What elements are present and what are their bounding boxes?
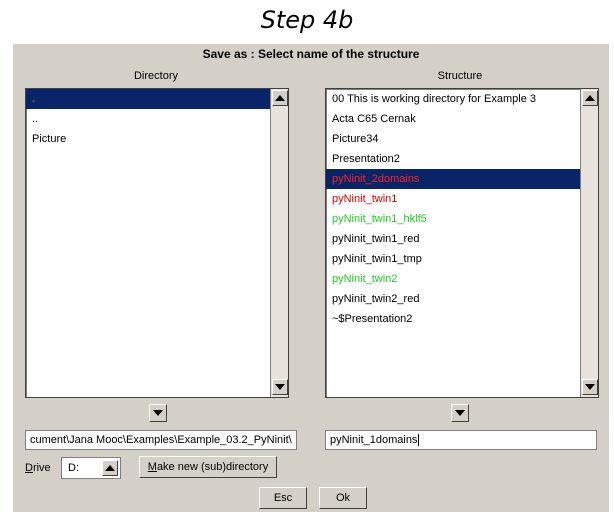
directory-listbox[interactable]: ... Picture <box>25 88 289 398</box>
step-caption: Step 4b <box>260 6 354 34</box>
directory-scroll-up-button[interactable] <box>272 90 288 106</box>
structure-list-item[interactable]: pyNinit_twin2 <box>326 269 598 289</box>
structure-select-down-button[interactable] <box>451 404 469 422</box>
esc-button[interactable]: Esc <box>259 487 307 509</box>
structure-label: Structure <box>437 70 483 82</box>
arrow-down-icon <box>153 410 163 416</box>
arrow-up-icon <box>585 95 595 101</box>
structure-list-item[interactable]: pyNinit_twin2_red <box>326 289 598 309</box>
structure-scroll-down-button[interactable] <box>582 379 598 395</box>
make-dir-label: ake new (sub)directory <box>156 461 269 473</box>
structure-list-item[interactable]: Acta C65 Cernak <box>326 109 598 129</box>
structure-list-item[interactable]: Picture34 <box>326 129 598 149</box>
dialog-title: Save as : Select name of the structure <box>202 47 420 61</box>
structure-list-item[interactable]: 00 This is working directory for Example… <box>326 89 598 109</box>
save-as-dialog: Save as : Select name of the structure D… <box>13 44 609 512</box>
structure-list-items: 00 This is working directory for Example… <box>326 89 598 329</box>
structure-list-item[interactable]: pyNinit_2domains <box>326 169 598 189</box>
structure-name-value: pyNinit_1domains <box>330 434 418 446</box>
arrow-up-icon <box>275 95 285 101</box>
directory-scrollbar[interactable] <box>270 89 288 397</box>
structure-scroll-up-button[interactable] <box>582 90 598 106</box>
arrow-down-icon <box>585 384 595 390</box>
structure-list-item[interactable]: pyNinit_twin1_hklf5 <box>326 209 598 229</box>
make-dir-accel: M <box>147 461 157 473</box>
structure-listbox[interactable]: 00 This is working directory for Example… <box>325 88 599 398</box>
drive-label: Drive <box>25 458 51 478</box>
drive-label-rest: rive <box>32 462 51 474</box>
structure-list-item[interactable]: ~$Presentation2 <box>326 309 598 329</box>
drive-label-accel: D <box>25 462 33 474</box>
structure-name-field[interactable]: pyNinit_1domains <box>325 430 597 450</box>
arrow-up-icon <box>105 465 115 471</box>
drive-select[interactable]: D: <box>61 457 121 479</box>
drive-dropdown-button[interactable] <box>102 460 118 476</box>
arrow-down-icon <box>275 384 285 390</box>
make-new-directory-button[interactable]: Make new (sub)directory <box>139 456 277 478</box>
structure-list-item[interactable]: Presentation2 <box>326 149 598 169</box>
ok-button[interactable]: Ok <box>319 487 367 509</box>
structure-list-item[interactable]: pyNinit_twin1 <box>326 189 598 209</box>
drive-value: D: <box>68 462 79 474</box>
structure-list-item[interactable]: pyNinit_twin1_red <box>326 229 598 249</box>
directory-list-item[interactable]: . <box>26 89 288 109</box>
directory-scroll-down-button[interactable] <box>272 379 288 395</box>
structure-list-item[interactable]: pyNinit_twin1_tmp <box>326 249 598 269</box>
arrow-down-icon <box>455 410 465 416</box>
directory-list-items: ... Picture <box>26 89 288 149</box>
directory-path-field[interactable]: cument\Jana Mooc\Examples\Example_03.2_P… <box>25 430 297 450</box>
directory-list-item[interactable]: .. <box>26 109 288 129</box>
structure-scrollbar[interactable] <box>580 89 598 397</box>
directory-list-item[interactable]: Picture <box>26 129 288 149</box>
directory-select-down-button[interactable] <box>149 404 167 422</box>
text-cursor <box>418 434 420 447</box>
directory-label: Directory <box>133 70 178 82</box>
